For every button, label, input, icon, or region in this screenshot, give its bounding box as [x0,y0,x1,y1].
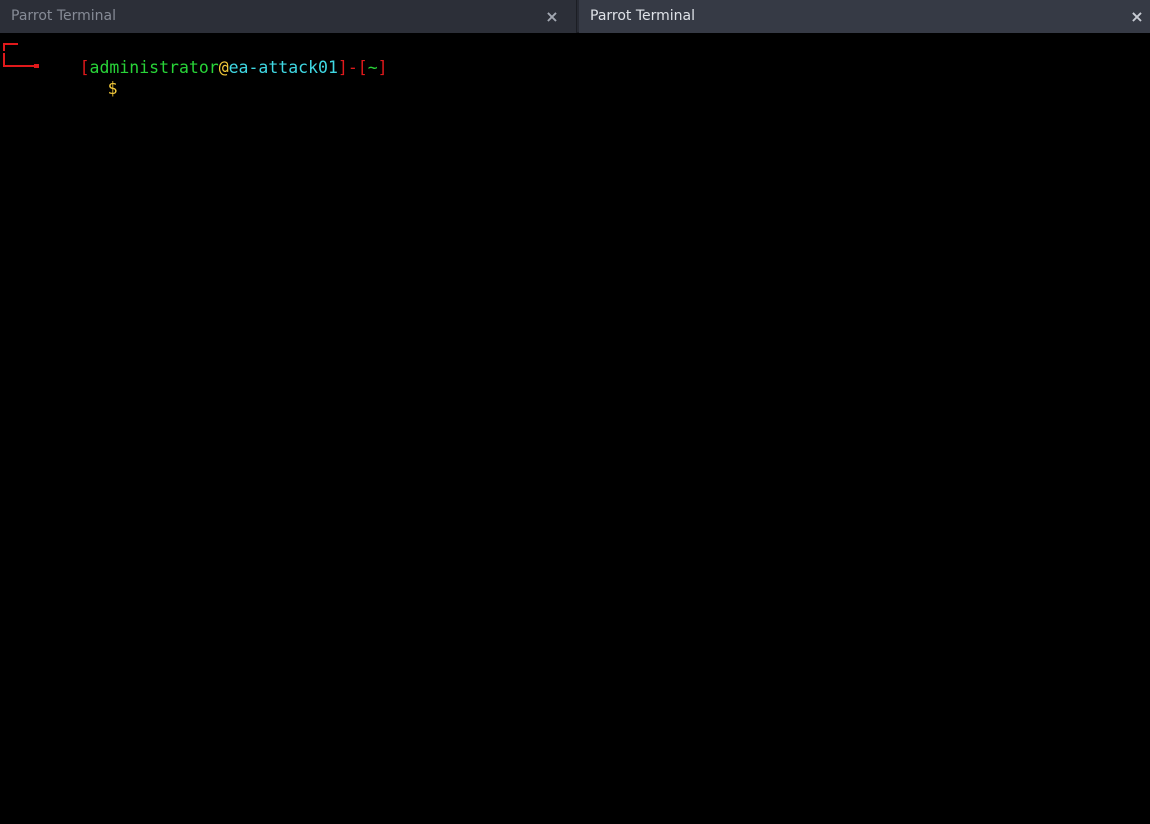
tab-parrot-terminal-1[interactable]: Parrot Terminal × [0,0,577,33]
tab-bar: Parrot Terminal × Parrot Terminal × [0,0,1150,33]
prompt-dir-open: [ [357,58,368,77]
prompt-at: @ [218,58,229,77]
command-line[interactable]: $ [48,56,128,98]
prompt-symbol: $ [107,79,118,98]
tab-parrot-terminal-2[interactable]: Parrot Terminal × [579,0,1150,33]
tab-label: Parrot Terminal [590,8,696,24]
prompt-dir: ~ [367,58,378,77]
terminal-window: Parrot Terminal × Parrot Terminal × [adm… [0,0,1150,824]
close-icon[interactable]: × [1128,0,1146,33]
prompt-close-bracket: ] [337,58,348,77]
prompt-dir-close: ] [377,58,388,77]
terminal-output-area[interactable]: [administrator@ea-attack01]-[~] $ [0,33,1150,824]
prompt-host: ea-attack01 [228,58,338,77]
tab-label: Parrot Terminal [11,8,117,24]
prompt-dash: - [347,58,358,77]
close-icon[interactable]: × [543,0,561,33]
prompt-line: [administrator@ea-attack01]-[~] [20,35,388,77]
